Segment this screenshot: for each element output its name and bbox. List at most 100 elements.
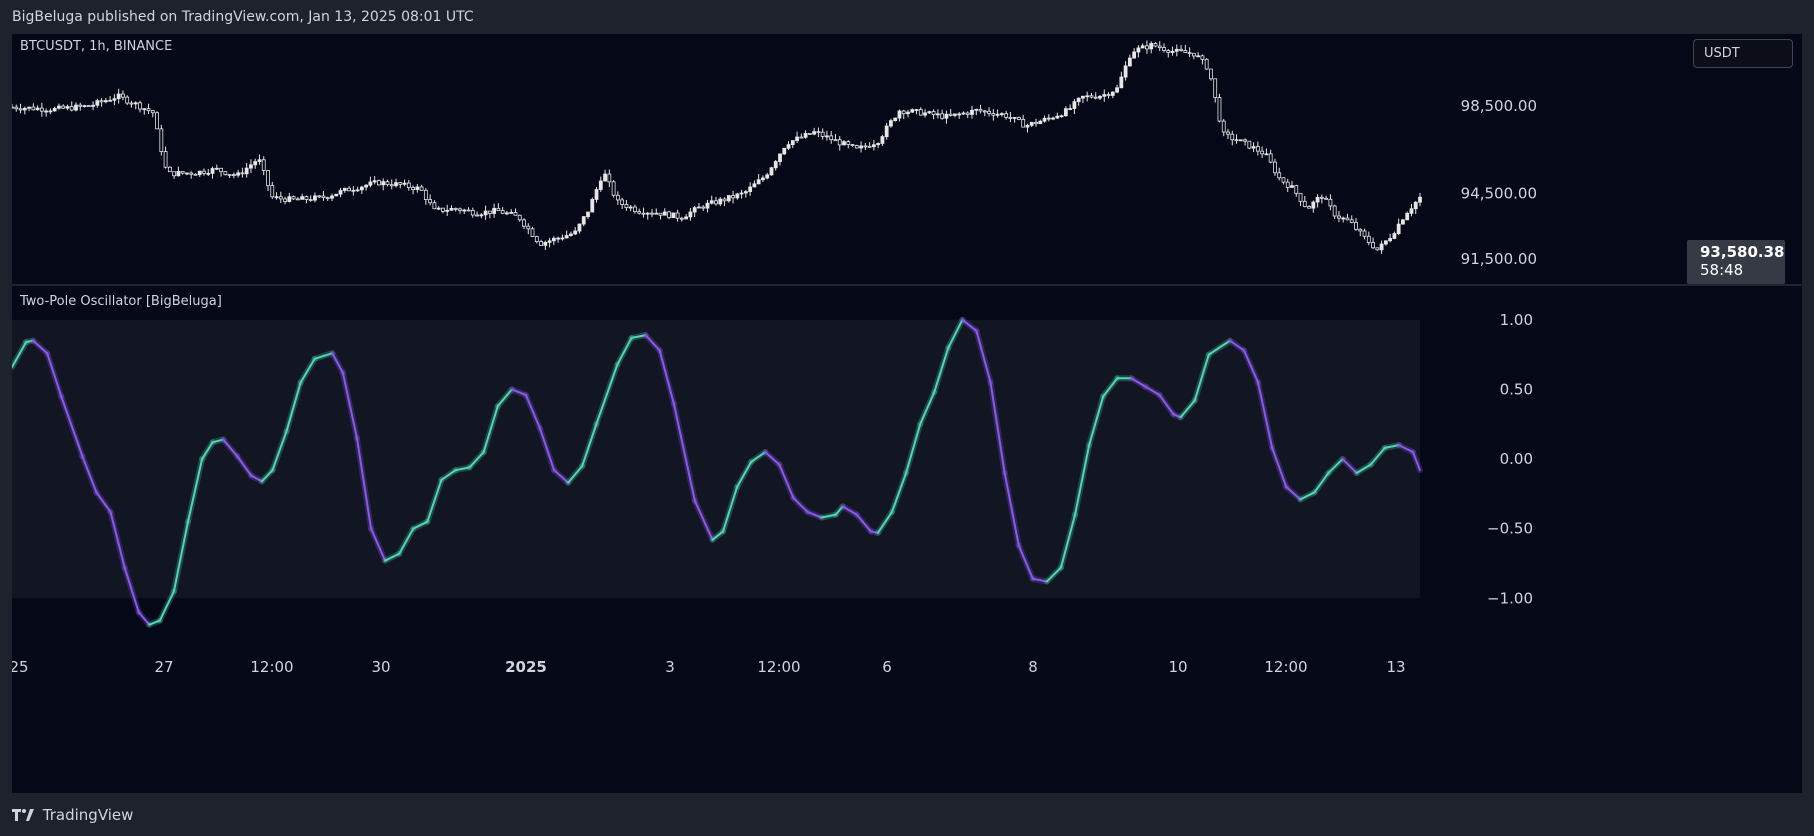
candle-body (731, 195, 735, 199)
candle-body (1025, 124, 1030, 128)
candle-body (419, 186, 424, 191)
candle-body (338, 190, 343, 195)
candle-body (1055, 115, 1060, 119)
candle-body (487, 210, 492, 214)
currency-button[interactable]: USDT (1693, 39, 1793, 68)
chart-svg[interactable]: 98,500.00 94,500.00 91,500.00 1.00 0.50 0.00 −… (12, 34, 1802, 793)
candle-body (406, 182, 411, 188)
candle-body (138, 102, 142, 110)
candle-body (492, 207, 497, 214)
candle-body (172, 171, 177, 177)
candle-body (1341, 217, 1346, 220)
candle-body (1004, 113, 1009, 118)
candle-body (483, 210, 488, 216)
candle-body (705, 202, 710, 209)
candle-body (539, 241, 543, 246)
candle-body (155, 112, 159, 130)
footer-brand[interactable]: TradingView (12, 806, 133, 826)
candle-body (876, 143, 881, 146)
candle-body (1371, 242, 1375, 249)
candle-body (359, 186, 364, 191)
candle-body (1247, 140, 1252, 149)
candle-body (854, 145, 859, 149)
candle-body (547, 240, 552, 243)
candle-body (22, 107, 27, 111)
last-price: 93,580.38 (1700, 243, 1785, 261)
candle-body (748, 186, 753, 192)
candle-body (466, 209, 471, 212)
candle-body (697, 206, 701, 209)
candle-body (1294, 185, 1299, 194)
candle-body (756, 179, 761, 185)
candle-body (95, 100, 100, 106)
candle-body (1405, 212, 1410, 221)
candle-body (1059, 115, 1064, 118)
candle-body (743, 191, 748, 194)
candle-body (74, 104, 78, 111)
bar-countdown: 58:48 (1700, 261, 1744, 279)
y-axis-labels: 98,500.00 94,500.00 91,500.00 1.00 0.50 0.00 −… (1461, 97, 1537, 607)
candle-body (441, 207, 445, 212)
candle-body (517, 214, 522, 221)
candle-body (402, 182, 407, 185)
candle-body (261, 159, 266, 171)
candle-body (1085, 95, 1090, 98)
candle-body (1396, 223, 1401, 234)
candle-body (935, 113, 940, 116)
candle-body (761, 177, 765, 181)
candle-body (718, 198, 723, 205)
candle-body (1401, 219, 1405, 225)
candle-body (906, 111, 910, 115)
candle-body (889, 120, 893, 127)
candle-body (1268, 153, 1273, 163)
candle-body (944, 113, 949, 119)
candle-body (940, 113, 945, 119)
candle-body (615, 194, 620, 201)
candle-body (1119, 76, 1124, 89)
candle-body (1029, 121, 1034, 126)
candle-body (688, 211, 693, 218)
candle-body (812, 131, 817, 135)
candle-body (202, 170, 206, 174)
candle-body (778, 153, 782, 162)
candle-body (313, 195, 317, 201)
candle-body (44, 110, 49, 113)
candle-body (330, 195, 334, 199)
candle-body (675, 212, 680, 219)
candle-body (645, 212, 650, 215)
candle-body (543, 241, 548, 246)
candle-body (253, 161, 258, 166)
candle-body (795, 136, 799, 141)
candle-body (1238, 139, 1243, 142)
candle-body (1311, 201, 1316, 209)
candle-body (995, 113, 1000, 116)
candle-body (125, 96, 130, 104)
candle-body (752, 183, 757, 188)
candle-body (846, 141, 851, 145)
candle-body (1038, 120, 1043, 125)
symbol-label: BTCUSDT, 1h, BINANCE (20, 39, 173, 54)
candle-body (295, 198, 300, 201)
candle-body (1174, 48, 1179, 52)
candle-body (948, 113, 953, 116)
candle-body (121, 93, 125, 98)
candle-body (1324, 197, 1329, 200)
candle-body (146, 108, 151, 112)
time-axis-label: 2025 (505, 658, 547, 676)
candle-body (560, 237, 565, 240)
candle-body (270, 185, 275, 198)
candle-body (428, 199, 433, 204)
candle-body (1183, 50, 1188, 54)
candle-body (1307, 206, 1311, 209)
chart-canvas[interactable]: 98,500.00 94,500.00 91,500.00 1.00 0.50 0.00 −… (12, 34, 1802, 793)
candle-body (1251, 146, 1256, 149)
candle-body (163, 151, 168, 168)
candle-body (714, 200, 718, 205)
candle-body (1012, 117, 1017, 119)
candle-body (1072, 101, 1077, 109)
candle-body (803, 132, 808, 138)
candle-body (513, 212, 518, 216)
candle-body (914, 109, 919, 111)
candle-body (1179, 48, 1183, 51)
candle-body (1366, 235, 1371, 243)
